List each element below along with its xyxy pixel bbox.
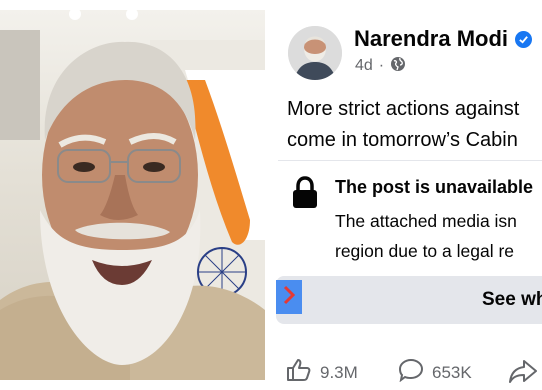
comment-count[interactable]: 653K — [398, 358, 472, 387]
post-timestamp[interactable]: 4d — [355, 57, 373, 75]
chevron-right-icon — [282, 285, 296, 310]
globe-icon — [390, 56, 406, 77]
avatar-image — [288, 26, 342, 80]
author-row: Narendra Modi — [354, 24, 533, 54]
video-frame[interactable] — [0, 10, 265, 380]
lock-icon — [291, 176, 319, 215]
likes-value: 9.3M — [320, 362, 358, 382]
facebook-post: Narendra Modi 4d · More strict actions a… — [272, 0, 542, 390]
post-text-line: come in tomorrow’s Cabin — [287, 129, 518, 151]
verified-badge-icon — [515, 30, 533, 48]
see-why-button[interactable]: See wh — [276, 276, 542, 324]
post-meta: 4d · — [355, 55, 406, 77]
avatar[interactable] — [288, 26, 342, 80]
unavailable-line: region due to a legal re — [335, 241, 515, 261]
speaker-photo — [0, 10, 265, 380]
unavailable-line: The attached media isn — [335, 211, 517, 231]
like-count[interactable]: 9.3M — [286, 358, 358, 387]
see-why-label: See wh — [482, 289, 542, 310]
comment-bubble-icon — [398, 358, 424, 387]
divider — [278, 160, 542, 161]
thumbs-up-icon — [286, 358, 312, 387]
post-text: More strict actions against come in tomo… — [287, 94, 542, 156]
meta-separator: · — [378, 57, 385, 74]
unavailable-message: The attached media isn region due to a l… — [335, 206, 542, 266]
share-button[interactable] — [508, 358, 538, 389]
next-arrow-button[interactable] — [276, 280, 302, 314]
author-name[interactable]: Narendra Modi — [354, 26, 508, 52]
post-text-line: More strict actions against — [287, 98, 520, 120]
share-arrow-icon — [508, 360, 538, 388]
unavailable-title: The post is unavailable — [335, 177, 534, 197]
comments-value: 653K — [432, 362, 472, 382]
